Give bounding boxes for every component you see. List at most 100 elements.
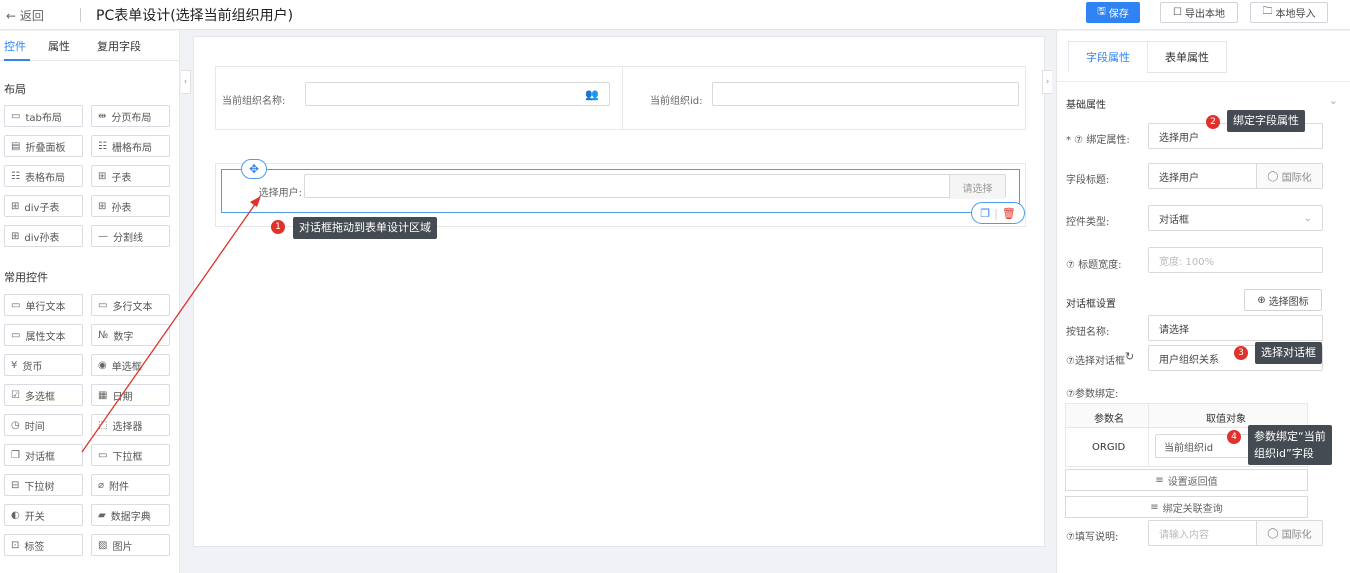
component-icon: ▭ xyxy=(11,110,21,122)
tab-properties[interactable]: 属性 xyxy=(48,38,70,54)
collapse-right-icon[interactable]: › xyxy=(1042,70,1052,94)
annotation-badge-4: 4 xyxy=(1227,430,1241,444)
component-icon: ☑ xyxy=(11,389,20,401)
action-separator: | xyxy=(994,206,998,220)
component-label: 数据字典 xyxy=(110,511,151,523)
component-item[interactable]: ▦ 日期 xyxy=(91,384,170,406)
component-item[interactable]: ⬚ 选择器 xyxy=(91,414,170,436)
component-item[interactable]: ▰ 数据字典 xyxy=(91,504,170,526)
param-name-header: 参数名 xyxy=(1094,414,1124,425)
component-item[interactable]: ▨ 图片 xyxy=(91,534,170,556)
component-item[interactable]: ⌀ 附件 xyxy=(91,474,170,496)
choose-dialog-label: ⑦选择对话框 xyxy=(1066,356,1125,367)
component-icon: ▭ xyxy=(98,299,108,311)
param-binding-label: ⑦参数绑定: xyxy=(1066,389,1119,400)
component-icon: ☷ xyxy=(98,140,107,152)
set-return-button[interactable]: ≡ 设置返回值 xyxy=(1065,469,1308,491)
component-icon: ⬚ xyxy=(98,419,108,431)
field-title-input[interactable]: 选择用户 ◯ 国际化 xyxy=(1148,163,1323,189)
list-icon: ≡ xyxy=(1155,474,1164,486)
component-icon: ❐ xyxy=(11,449,20,461)
button-name-input[interactable]: 请选择 xyxy=(1148,315,1323,341)
component-item[interactable]: ⊟ 下拉树 xyxy=(4,474,83,496)
component-item[interactable]: ⊞ div孙表 xyxy=(4,225,83,247)
save-button[interactable]: 🖫 保存 xyxy=(1086,2,1140,23)
fill-desc-label: ⑦填写说明: xyxy=(1066,532,1119,543)
import-local-button[interactable]: 🗀 本地导入 xyxy=(1250,2,1328,23)
copy-icon[interactable]: ❐ xyxy=(980,207,990,220)
component-item[interactable]: ⊞ 孙表 xyxy=(91,195,170,217)
component-item[interactable]: ▭ 单行文本 xyxy=(4,294,83,316)
component-label: 开关 xyxy=(24,511,45,523)
component-item[interactable]: ▭ 属性文本 xyxy=(4,324,83,346)
component-item[interactable]: ⊞ div子表 xyxy=(4,195,83,217)
component-item[interactable]: ☷ 栅格布局 xyxy=(91,135,170,157)
back-link[interactable]: ← 返回 xyxy=(6,7,44,24)
component-item[interactable]: ◷ 时间 xyxy=(4,414,83,436)
component-item[interactable]: ☷ 表格布局 xyxy=(4,165,83,187)
move-icon[interactable]: ✥ xyxy=(241,159,267,179)
component-label: 子表 xyxy=(111,172,132,184)
component-item[interactable]: ⊡ 标签 xyxy=(4,534,83,556)
divider xyxy=(80,8,81,22)
component-icon: ⊞ xyxy=(11,230,20,242)
tab-reuse-fields[interactable]: 复用字段 xyxy=(97,38,141,54)
tab-field-properties[interactable]: 字段属性 xyxy=(1068,41,1148,73)
choose-addon[interactable]: 请选择 xyxy=(949,175,1005,199)
component-item[interactable]: № 数字 xyxy=(91,324,170,346)
collapse-left-icon[interactable]: ‹ xyxy=(181,70,191,94)
form-canvas: › 当前组织名称: 👥 当前组织id: ✥ 选择用户: 请选择 ❐ | 🗑 xyxy=(193,36,1052,547)
component-label: 图片 xyxy=(112,541,133,553)
annotation-tip-3: 选择对话框 xyxy=(1255,342,1322,364)
component-item[interactable]: ▭ tab布局 xyxy=(4,105,83,127)
org-id-input[interactable] xyxy=(712,82,1019,106)
component-icon: ⊞ xyxy=(98,200,107,212)
delete-icon[interactable]: 🗑 xyxy=(1002,207,1016,220)
chevron-down-icon[interactable]: ⌄ xyxy=(1329,94,1338,107)
i18n-button[interactable]: ◯ 国际化 xyxy=(1256,164,1322,188)
component-label: 孙表 xyxy=(111,202,132,214)
component-icon: ⊡ xyxy=(11,539,20,551)
component-item[interactable]: ☑ 多选框 xyxy=(4,384,83,406)
component-icon: ▭ xyxy=(98,449,108,461)
component-icon: ⌀ xyxy=(98,479,105,491)
control-type-select[interactable]: 对话框 ⌄ xyxy=(1148,205,1323,231)
component-label: 多行文本 xyxy=(112,301,153,313)
component-label: 标签 xyxy=(24,541,45,553)
component-label: 时间 xyxy=(24,421,45,433)
org-name-input[interactable]: 👥 xyxy=(305,82,610,106)
component-item[interactable]: ¥ 货币 xyxy=(4,354,83,376)
component-item[interactable]: ⇹ 分页布局 xyxy=(91,105,170,127)
component-item[interactable]: ◐ 开关 xyxy=(4,504,83,526)
refresh-icon[interactable]: ↻ xyxy=(1125,350,1134,363)
component-label: 多选框 xyxy=(24,391,55,403)
param-value-header: 取值对象 xyxy=(1206,414,1246,425)
component-item[interactable]: ▭ 下拉框 xyxy=(91,444,170,466)
tab-form-properties[interactable]: 表单属性 xyxy=(1147,41,1227,73)
title-width-label: ⑦ 标题宽度: xyxy=(1066,260,1122,271)
choose-icon-button[interactable]: ⊕ 选择图标 xyxy=(1244,289,1322,311)
component-item[interactable]: ❐ 对话框 xyxy=(4,444,83,466)
component-label: 分割线 xyxy=(113,232,143,244)
component-icon: ▭ xyxy=(11,299,21,311)
component-item[interactable]: — 分割线 xyxy=(91,225,170,247)
component-item[interactable]: ▭ 多行文本 xyxy=(91,294,170,316)
export-local-button[interactable]: ☐ 导出本地 xyxy=(1160,2,1238,23)
component-icon: ▤ xyxy=(11,140,21,152)
component-label: 数字 xyxy=(113,331,134,343)
user-group-icon: 👥 xyxy=(585,87,599,101)
component-item[interactable]: ▤ 折叠面板 xyxy=(4,135,83,157)
title-width-input[interactable]: 宽度: 100% xyxy=(1148,247,1323,273)
user-label: 选择用户: xyxy=(258,188,302,199)
bind-query-button[interactable]: ≡ 绑定关联查询 xyxy=(1065,496,1308,518)
tab-controls[interactable]: 控件 xyxy=(4,38,26,54)
i18n-button[interactable]: ◯ 国际化 xyxy=(1256,521,1322,545)
fill-desc-input[interactable]: 请输入内容 ◯ 国际化 xyxy=(1148,520,1323,546)
component-item[interactable]: ◉ 单选框 xyxy=(91,354,170,376)
component-label: div孙表 xyxy=(24,232,60,244)
user-dialog-input[interactable]: 请选择 xyxy=(304,174,1006,199)
divider xyxy=(1148,404,1149,466)
component-item[interactable]: ⊞ 子表 xyxy=(91,165,170,187)
selected-field-frame[interactable]: ✥ 选择用户: 请选择 xyxy=(221,159,1020,213)
field-actions: ❐ | 🗑 xyxy=(971,202,1025,224)
